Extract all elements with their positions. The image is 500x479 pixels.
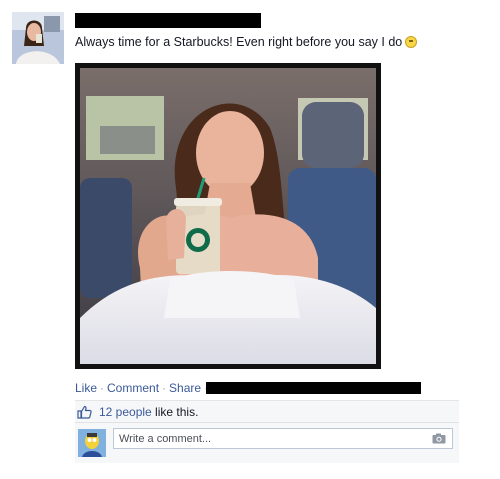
commenter-avatar (78, 429, 106, 457)
author-avatar[interactable] (12, 12, 64, 64)
post-message: Always time for a Starbucks! Even right … (75, 35, 418, 49)
camera-icon[interactable] (432, 433, 446, 447)
separator: · (100, 381, 105, 395)
author-name-redacted (75, 13, 261, 28)
timestamp-redacted (206, 382, 421, 394)
thumbs-up-icon (77, 405, 92, 422)
like-summary: 12 people like this. (75, 401, 459, 423)
separator: · (162, 381, 167, 395)
post-text: Always time for a Starbucks! Even right … (75, 35, 403, 49)
likers-link[interactable]: 12 people (99, 405, 152, 419)
feedback-panel: 12 people like this. (75, 400, 459, 463)
likes-suffix: like this. (151, 405, 199, 419)
comment-link[interactable]: Comment (107, 381, 159, 395)
post-actions: Like·Comment·Share· (75, 381, 211, 395)
like-count: 12 people like this. (99, 405, 198, 419)
comment-box[interactable] (113, 428, 453, 449)
share-link[interactable]: Share (169, 381, 201, 395)
post-photo[interactable] (75, 63, 381, 369)
like-link[interactable]: Like (75, 381, 97, 395)
comment-input[interactable] (119, 431, 419, 446)
smiley-icon (405, 36, 418, 48)
